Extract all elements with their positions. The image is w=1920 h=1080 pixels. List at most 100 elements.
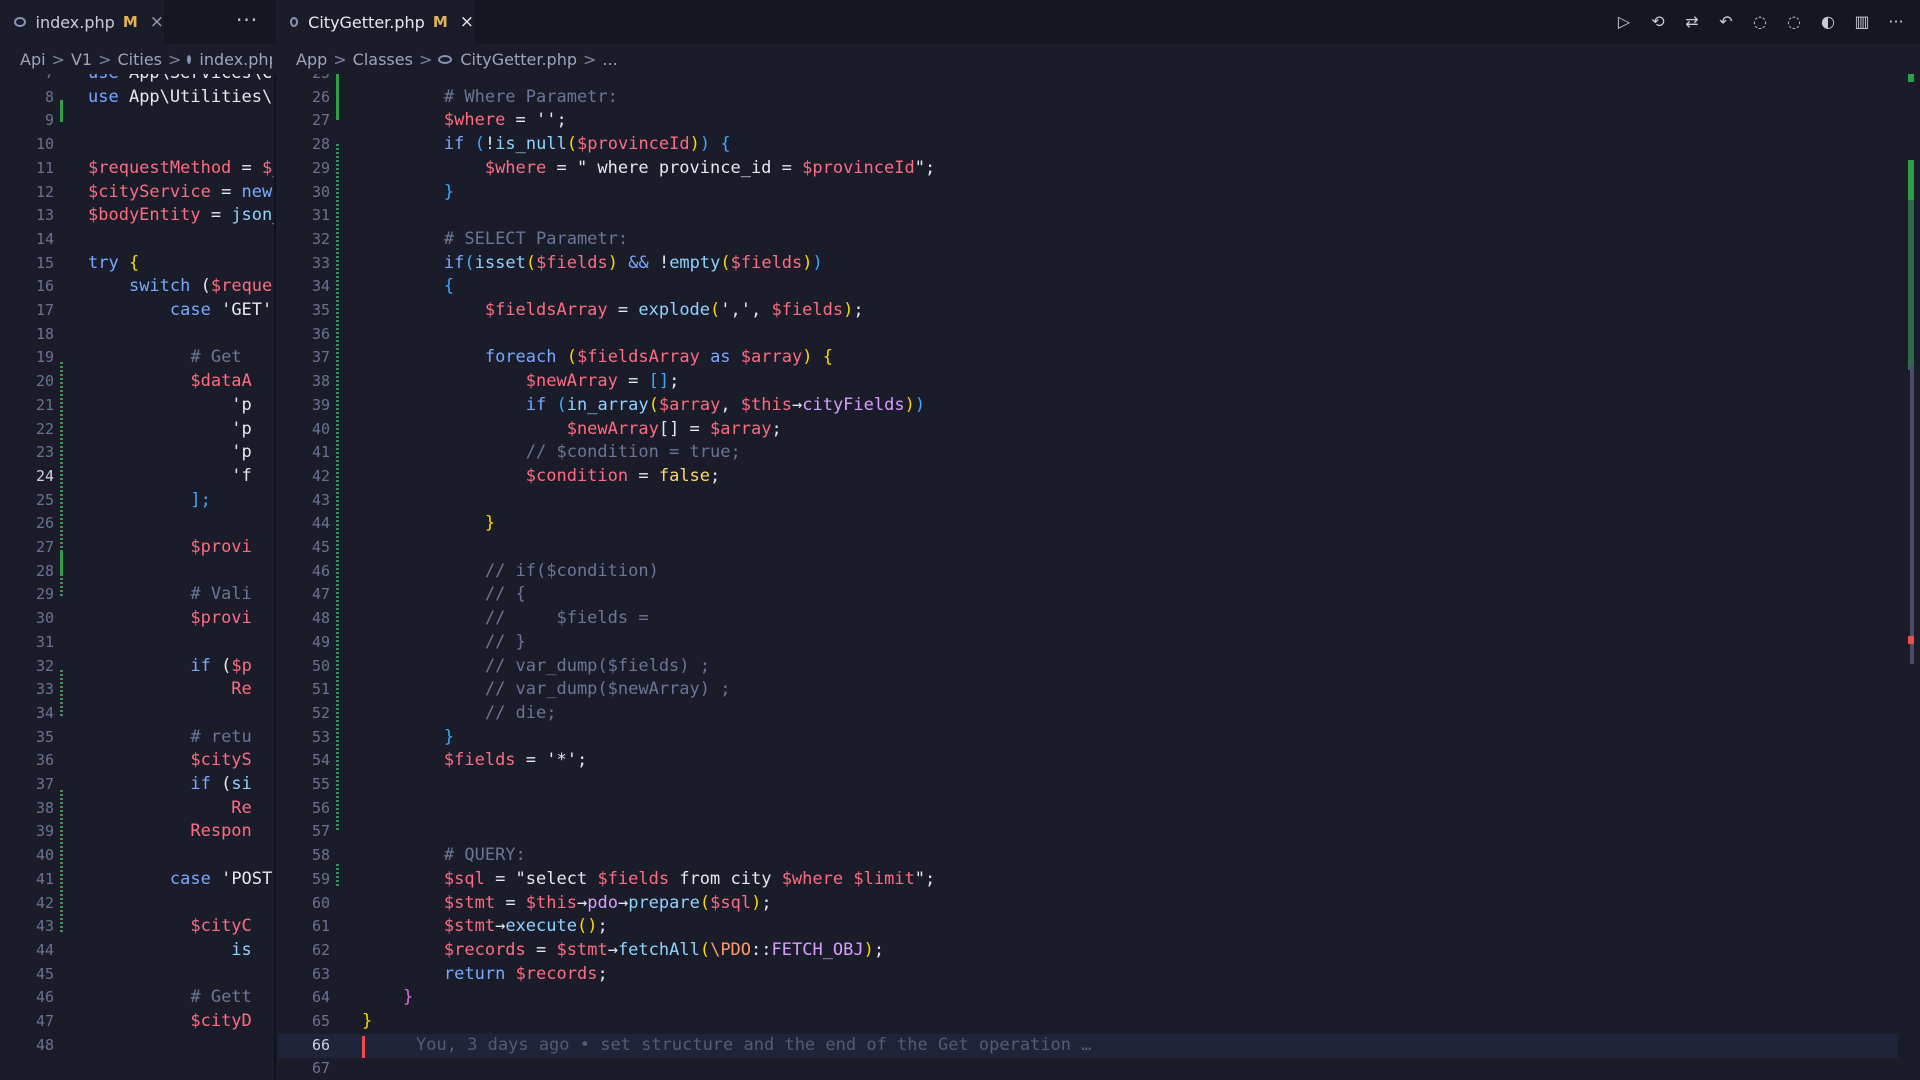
blame-icon[interactable]: ◐	[1818, 10, 1838, 32]
code-line[interactable]: case 'POST	[88, 868, 272, 892]
breadcrumb-item[interactable]: ...	[602, 50, 617, 69]
tab-citygetter-php[interactable]: CityGetter.php M ×	[276, 0, 474, 44]
breadcrumb-item[interactable]: index.php	[199, 50, 272, 69]
close-icon[interactable]: ×	[460, 12, 474, 32]
git-blame-annotation[interactable]: You, 3 days ago • set structure and the …	[416, 1035, 1092, 1055]
code-token: $provi	[190, 608, 252, 629]
code-line[interactable]: You, 3 days ago • set structure and the …	[362, 1034, 1092, 1058]
breadcrumb-item[interactable]: Api	[20, 50, 46, 69]
code-token: = '';	[505, 110, 567, 131]
code-line[interactable]: // $fields =	[362, 607, 649, 631]
code-line[interactable]: # Get	[88, 346, 252, 370]
code-line[interactable]: Re	[88, 678, 251, 702]
code-line[interactable]: # Where Parametr:	[362, 86, 618, 110]
more-actions-icon[interactable]: ···	[1886, 10, 1906, 32]
code-line[interactable]: $condition = false;	[362, 465, 721, 489]
code-line[interactable]: use App\Utilities\	[88, 86, 272, 110]
left-editor[interactable]: 7 use App\Services\C 8 use App\Utilities\ 9 1…	[0, 74, 276, 1080]
code-line[interactable]: # retu	[88, 726, 251, 750]
code-line[interactable]: $sql = "select $fields from city $where …	[362, 868, 935, 892]
code-line[interactable]: # QUERY:	[362, 844, 526, 868]
code-line[interactable]: if (si	[88, 773, 251, 797]
code-line[interactable]: }	[362, 726, 454, 750]
breadcrumb-item[interactable]: Cities	[117, 50, 162, 69]
code-line[interactable]: # SELECT Parametr:	[362, 228, 628, 252]
line-number: 17	[35, 301, 54, 319]
breadcrumb-item[interactable]: V1	[71, 50, 92, 69]
code-line[interactable]: case 'GET'	[88, 299, 272, 323]
code-line[interactable]: 'f	[88, 465, 251, 489]
code-line[interactable]: 'p	[88, 394, 251, 418]
history-icon[interactable]: ⟲	[1648, 10, 1668, 32]
revert-icon[interactable]: ↶	[1716, 10, 1736, 32]
code-line[interactable]: $fields = '*';	[362, 749, 587, 773]
next-change-icon[interactable]: ◌	[1784, 10, 1804, 32]
prev-change-icon[interactable]: ◌	[1750, 10, 1770, 32]
code-line[interactable]: $cityC	[88, 915, 251, 939]
code-line[interactable]: $records = $stmt→fetchAll(\PDO::FETCH_OB…	[362, 939, 884, 963]
code-line[interactable]: $cityS	[88, 749, 251, 773]
line-number: 58	[311, 846, 330, 865]
code-token: // var_dump($fields) ;	[484, 655, 710, 676]
right-editor[interactable]: 2526 # Where Parametr:27 $where = '';28 …	[278, 74, 1920, 1080]
code-token: →	[576, 892, 588, 913]
code-line[interactable]: // $condition = true;	[362, 441, 741, 465]
code-line[interactable]: is	[88, 939, 251, 963]
code-line[interactable]: $cityD	[88, 1010, 251, 1034]
code-line[interactable]: $where = " where province_id = $province…	[362, 157, 935, 181]
breadcrumb-item[interactable]: App	[296, 50, 327, 69]
code-line[interactable]: $provi	[88, 536, 251, 560]
code-line[interactable]: $cityService = new	[88, 181, 272, 205]
code-line[interactable]: $stmt = $this→pdo→prepare($sql);	[362, 892, 772, 916]
code-line[interactable]: $dataA	[88, 370, 251, 394]
code-line[interactable]: }	[362, 512, 495, 536]
code-line[interactable]: $stmt→execute();	[362, 915, 608, 939]
code-line[interactable]: # Gett	[88, 986, 251, 1010]
code-line[interactable]: // }	[362, 631, 526, 655]
code-line[interactable]: }	[362, 1010, 372, 1034]
compare-icon[interactable]: ⇄	[1682, 10, 1702, 32]
code-line[interactable]: ];	[88, 489, 210, 513]
code-line[interactable]: // die;	[362, 702, 557, 726]
code-line[interactable]: # Vali	[88, 583, 251, 607]
code-line[interactable]: use App\Services\C	[88, 74, 272, 86]
breadcrumb-item[interactable]: CityGetter.php	[460, 50, 577, 69]
code-line[interactable]: Respon	[88, 820, 251, 844]
code-line[interactable]: $bodyEntity = json_	[88, 204, 274, 228]
code-line[interactable]: }	[362, 181, 454, 205]
code-line[interactable]: $fieldsArray = explode(',', $fields);	[362, 299, 864, 323]
code-line[interactable]: $provi	[88, 607, 252, 631]
run-icon[interactable]: ▷	[1614, 10, 1634, 32]
code-token: is_null	[495, 134, 567, 155]
breadcrumb-item[interactable]: Classes	[353, 50, 413, 69]
code-token: App\Utilities\	[128, 86, 273, 107]
overview-ruler[interactable]	[1900, 74, 1920, 1080]
code-line[interactable]: try {	[88, 252, 139, 276]
code-line[interactable]: // {	[362, 583, 526, 607]
code-line[interactable]: if (in_array($array, $this→cityFields))	[362, 394, 925, 418]
code-line[interactable]: $requestMethod = $_	[88, 157, 274, 181]
code-line[interactable]: $newArray[] = $array;	[362, 418, 782, 442]
code-line[interactable]: return $records;	[362, 963, 608, 987]
code-line[interactable]: 'p	[88, 418, 251, 442]
code-line[interactable]: 'p	[88, 441, 251, 465]
line-number: 30	[311, 182, 330, 201]
split-editor-icon[interactable]: ▥	[1852, 10, 1872, 32]
code-line[interactable]: if ($p	[88, 655, 251, 679]
code-line[interactable]: if (!is_null($provinceId)) {	[362, 133, 731, 157]
code-line[interactable]: {	[362, 275, 454, 299]
code-line[interactable]: $newArray = [];	[362, 370, 680, 394]
code-line[interactable]: $where = '';	[362, 109, 567, 133]
code-line[interactable]: }	[362, 986, 413, 1010]
code-line[interactable]: // var_dump($newArray) ;	[362, 678, 731, 702]
code-line[interactable]: Re	[88, 797, 251, 821]
more-tabs-icon[interactable]: ···	[236, 8, 258, 32]
code-line[interactable]: // var_dump($fields) ;	[362, 655, 710, 679]
code-line[interactable]: foreach ($fieldsArray as $array) {	[362, 346, 833, 370]
tab-index-php[interactable]: index.php M ×	[0, 0, 164, 44]
code-token: $limit	[853, 868, 915, 889]
code-line[interactable]: if(isset($fields) && !empty($fields))	[362, 252, 823, 276]
close-icon[interactable]: ×	[150, 12, 164, 32]
code-line[interactable]: // if($condition)	[362, 560, 659, 584]
code-line[interactable]: switch ($reque	[88, 275, 272, 299]
